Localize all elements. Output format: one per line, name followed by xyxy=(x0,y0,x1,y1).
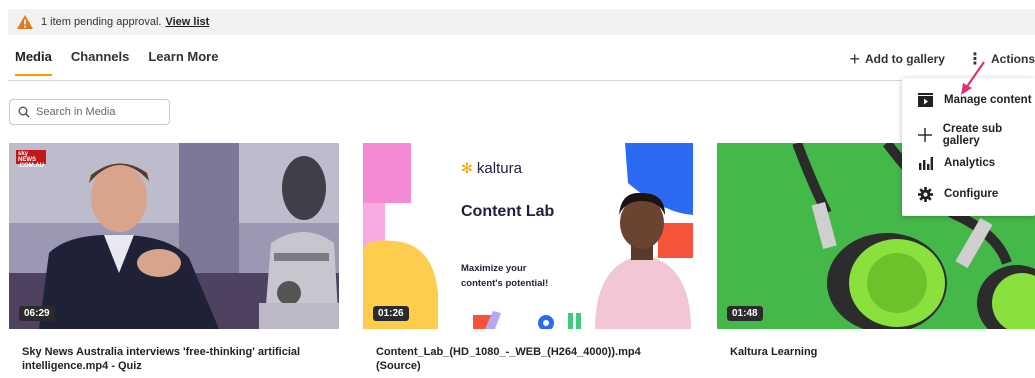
pending-approval-alert: 1 item pending approval. View list xyxy=(8,9,1035,35)
kaltura-logo-icon: ✻ xyxy=(461,160,473,176)
sky-news-logo: sky NEWS .COM.AU xyxy=(16,150,46,169)
brand-text: kaltura xyxy=(476,160,522,177)
bar-chart-icon xyxy=(917,155,934,171)
interview-scene-image xyxy=(9,143,339,329)
media-thumbnail[interactable]: sky NEWS .COM.AU 06:29 xyxy=(9,143,339,329)
tab-media[interactable]: Media xyxy=(15,49,52,76)
media-card[interactable]: ✻ kaltura Content Lab Maximize your cont… xyxy=(363,143,693,373)
artwork-headline: Content Lab xyxy=(461,203,555,220)
kaltura-brand: ✻ kaltura xyxy=(461,160,522,177)
tagline-line-1: Maximize your xyxy=(461,263,527,274)
search-icon xyxy=(18,106,30,118)
menu-item-configure[interactable]: Configure xyxy=(917,186,998,202)
media-title[interactable]: Kaltura Learning xyxy=(717,345,1035,359)
add-to-gallery-label: Add to gallery xyxy=(864,52,945,66)
duration-badge: 06:29 xyxy=(19,306,55,321)
annotation-arrow-icon xyxy=(961,61,985,95)
menu-item-label: Configure xyxy=(944,188,999,200)
view-list-link[interactable]: View list xyxy=(165,16,209,28)
search-box xyxy=(9,99,170,125)
content-lab-artwork xyxy=(363,143,693,329)
media-title[interactable]: Sky News Australia interviews 'free-thin… xyxy=(9,345,329,373)
actions-menu: Manage content Create sub gallery Analyt… xyxy=(902,78,1035,216)
logo-text: sky NEWS .COM.AU xyxy=(18,151,44,169)
duration-badge: 01:48 xyxy=(727,306,763,321)
tagline-line-2: content's potential! xyxy=(461,278,549,289)
actions-label: Actions xyxy=(990,52,1035,66)
gallery-tabs: Media Channels Learn More xyxy=(15,49,237,76)
add-to-gallery-button[interactable]: + Add to gallery xyxy=(849,49,945,69)
artwork-tagline: Maximize your content's potential! xyxy=(461,261,548,291)
tab-learn-more[interactable]: Learn More xyxy=(148,49,218,76)
menu-item-analytics[interactable]: Analytics xyxy=(917,155,995,171)
media-title[interactable]: Content_Lab_(HD_1080_-_WEB_(H264_4000)).… xyxy=(363,345,683,373)
gear-icon xyxy=(917,186,934,202)
alert-message: 1 item pending approval. xyxy=(41,16,162,28)
plus-icon xyxy=(917,127,933,143)
menu-item-label: Analytics xyxy=(944,157,996,169)
menu-item-label: Create sub gallery xyxy=(942,123,1003,147)
media-card[interactable]: sky NEWS .COM.AU 06:29 Sky News Australi… xyxy=(9,143,339,373)
search-input[interactable] xyxy=(36,106,156,118)
tabs-divider xyxy=(8,80,1035,81)
gallery-toolbar: + Add to gallery ⋮ Actions xyxy=(849,49,1035,69)
media-thumbnail[interactable]: ✻ kaltura Content Lab Maximize your cont… xyxy=(363,143,693,329)
menu-item-create-sub-gallery[interactable]: Create sub gallery xyxy=(917,123,1035,147)
warning-icon xyxy=(17,15,33,29)
duration-badge: 01:26 xyxy=(373,306,409,321)
play-box-icon xyxy=(917,92,934,108)
tab-channels[interactable]: Channels xyxy=(71,49,130,76)
plus-icon: + xyxy=(849,49,860,69)
